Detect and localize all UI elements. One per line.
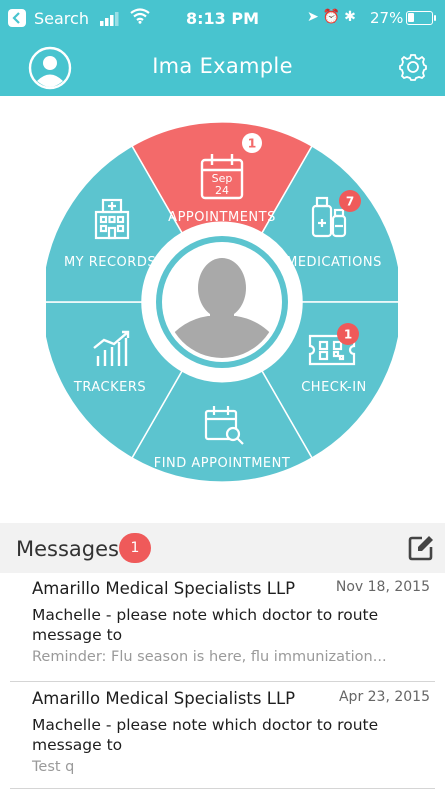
message-date: Apr 23, 2015 xyxy=(338,689,430,705)
check-in-label: CHECK-IN xyxy=(301,380,367,395)
message-date: Nov 18, 2015 xyxy=(335,579,430,595)
divider xyxy=(10,788,435,789)
message-subject: Machelle - please note which doctor to r… xyxy=(32,606,379,644)
messages-header: Messages 1 xyxy=(0,523,445,573)
check-in-badge: 1 xyxy=(337,323,359,345)
svg-text:1: 1 xyxy=(248,136,257,151)
message-sender: Amarillo Medical Specialists LLP xyxy=(32,579,296,598)
bluetooth-icon: ✱ xyxy=(344,9,360,25)
medications-badge: 7 xyxy=(339,190,361,212)
message-item[interactable]: Amarillo Medical Specialists LLP Apr 23,… xyxy=(0,683,445,788)
alarm-icon: ⏰ xyxy=(322,9,345,25)
battery-fill xyxy=(408,13,414,22)
message-sender: Amarillo Medical Specialists LLP xyxy=(32,689,296,708)
gear-icon[interactable] xyxy=(398,52,428,82)
divider xyxy=(10,681,435,682)
messages-unread-badge: 1 xyxy=(119,533,151,563)
status-bar: Search 8:13 PM ➤⏰✱ 27% xyxy=(0,0,445,40)
message-subject: Machelle - please note which doctor to r… xyxy=(32,716,379,754)
message-preview: Test q xyxy=(32,759,75,775)
medications-label: MEDICATIONS xyxy=(286,255,382,270)
messages-title: Messages xyxy=(16,537,119,561)
my-records-label: MY RECORDS xyxy=(64,255,156,270)
page-title: Ima Example xyxy=(152,54,293,78)
message-preview: Reminder: Flu season is here, flu immuni… xyxy=(32,649,387,665)
app-header: Ima Example xyxy=(0,40,445,96)
appointments-label: APPOINTMENTS xyxy=(168,210,276,225)
navigation-wheel: Sep 24 1 APPOINTMENTS 7 MEDICATIONS 1 CH… xyxy=(46,121,398,483)
svg-text:7: 7 xyxy=(346,195,354,209)
location-icon: ➤ xyxy=(307,9,323,25)
message-item[interactable]: Amarillo Medical Specialists LLP Nov 18,… xyxy=(0,573,445,678)
system-icons: ➤⏰✱ xyxy=(307,9,360,25)
profile-photo-placeholder-icon[interactable] xyxy=(166,246,278,358)
appointments-badge: 1 xyxy=(242,133,262,153)
calendar-day: 24 xyxy=(215,184,229,197)
find-appointment-label: FIND APPOINTMENT xyxy=(154,456,291,471)
trackers-label: TRACKERS xyxy=(73,380,146,395)
battery-icon xyxy=(406,11,436,25)
svg-text:1: 1 xyxy=(344,328,352,342)
battery-percent: 27% xyxy=(370,9,404,27)
compose-icon[interactable] xyxy=(408,535,434,561)
